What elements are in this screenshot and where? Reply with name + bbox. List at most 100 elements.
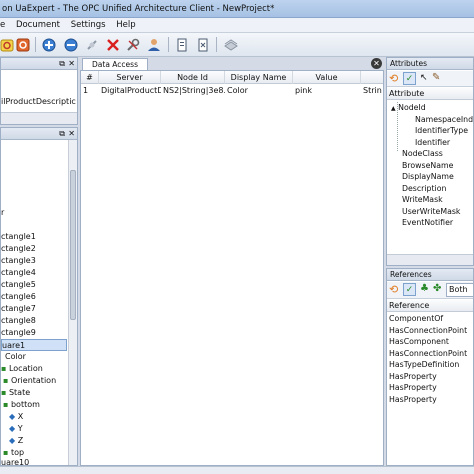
reference-row[interactable]: HasComponent xyxy=(389,336,449,348)
float-icon[interactable]: ⧉ xyxy=(59,58,65,70)
settings-icon[interactable] xyxy=(124,36,141,53)
tree-item-state[interactable]: ▪ State xyxy=(1,387,77,399)
tree-item[interactable]: ctangle6 xyxy=(1,291,77,303)
tree-item-label: X xyxy=(17,412,24,421)
column-header-display-name[interactable]: Display Name xyxy=(225,71,293,84)
document-close-icon[interactable] xyxy=(194,36,211,53)
tree-item[interactable]: r xyxy=(1,207,77,219)
attributes-hscroll[interactable] xyxy=(387,254,473,265)
tree-item[interactable]: ctangle8 xyxy=(1,315,77,327)
tree-item-orientation[interactable]: ▪ Orientation xyxy=(3,375,77,387)
column-header-node-id[interactable]: Node Id xyxy=(161,71,225,84)
tree-item[interactable]: ctangle3 xyxy=(1,255,77,267)
tree-item[interactable]: ctangle1 xyxy=(1,231,77,243)
pointer-icon[interactable]: ↖ xyxy=(420,73,428,83)
attribute-row[interactable]: NodeClass xyxy=(402,148,443,160)
tree-item-z[interactable]: ◆ Z xyxy=(9,435,77,447)
document-tabstrip: Data Access View ✕ xyxy=(80,57,384,80)
reference-row[interactable]: ComponentOf xyxy=(389,313,443,325)
menu-help[interactable]: Help xyxy=(112,18,139,33)
delete-icon[interactable] xyxy=(0,36,15,53)
edit-icon[interactable]: ✎ xyxy=(432,72,440,83)
column-header-value[interactable]: Value xyxy=(293,71,361,84)
refresh-icon[interactable]: ⟲ xyxy=(389,72,398,85)
object-icon: ▪ xyxy=(3,400,9,409)
menu-settings[interactable]: Settings xyxy=(67,18,110,33)
hierarchy-icon[interactable]: ♣ xyxy=(420,283,429,294)
tree-item[interactable]: ctangle2 xyxy=(1,243,77,255)
tree-item-selected[interactable]: uare1 xyxy=(1,339,67,351)
project-item[interactable]: ilProductDescriptic xyxy=(1,96,77,108)
check-icon[interactable]: ✓ xyxy=(403,283,416,296)
document-icon[interactable] xyxy=(173,36,190,53)
project-hscroll[interactable] xyxy=(1,112,77,124)
reference-row[interactable]: HasConnectionPoint xyxy=(389,348,467,360)
cell-display-name: Color xyxy=(227,86,248,95)
tree-icon[interactable]: ✤ xyxy=(433,283,441,294)
grid-header: # Server Node Id Display Name Value xyxy=(81,71,383,84)
tab-data-access-view[interactable]: Data Access View xyxy=(82,58,148,80)
add-icon[interactable] xyxy=(40,36,57,53)
attributes-column-header[interactable]: Attribute xyxy=(387,88,473,100)
tree-item[interactable]: uare10 xyxy=(1,457,77,465)
attribute-row[interactable]: UserWriteMask xyxy=(402,206,460,218)
column-header-extra[interactable] xyxy=(361,71,383,84)
attribute-row[interactable]: Identifier xyxy=(415,137,450,149)
disconnect-icon[interactable] xyxy=(104,36,121,53)
tree-item-bottom[interactable]: ▪ bottom xyxy=(3,399,77,411)
float-icon[interactable]: ⧉ xyxy=(59,128,65,140)
tree-item-label: Orientation xyxy=(10,376,57,385)
cell-value[interactable]: pink xyxy=(293,85,361,97)
attribute-row[interactable]: Description xyxy=(402,183,446,195)
object-icon: ▪ xyxy=(3,376,9,385)
attribute-row[interactable]: NamespaceIndex xyxy=(415,114,473,126)
tree-item-y[interactable]: ◆ Y xyxy=(9,423,77,435)
references-title: References xyxy=(390,270,432,279)
database-icon[interactable] xyxy=(222,36,239,53)
attribute-row[interactable]: EventNotifier xyxy=(402,217,453,229)
attribute-row[interactable]: WriteMask xyxy=(402,194,443,206)
collapse-icon[interactable]: ▲ xyxy=(391,105,396,112)
cell-server: DigitalProductD... xyxy=(101,86,161,95)
column-header-server[interactable]: Server xyxy=(99,71,161,84)
references-column-header[interactable]: Reference xyxy=(387,300,473,312)
attribute-row[interactable]: BrowseName xyxy=(402,160,453,172)
remove-icon[interactable] xyxy=(62,36,79,53)
reference-row[interactable]: HasTypeDefinition xyxy=(389,359,459,371)
close-icon[interactable]: ✕ xyxy=(68,128,75,140)
reference-row[interactable]: HasProperty xyxy=(389,371,437,383)
tree-item[interactable]: ctangle9 xyxy=(1,327,77,339)
column-header-num[interactable]: # xyxy=(81,71,99,84)
direction-select[interactable]: Both xyxy=(446,283,473,297)
address-space-panel: ⧉ ✕ r ctangle1 ctangle2 ctangle3 ctangle… xyxy=(0,127,78,466)
check-icon[interactable]: ✓ xyxy=(403,72,416,85)
menu-bar: e Document Settings Help xyxy=(0,18,474,33)
window-title-bar[interactable]: on UaExpert - The OPC Unified Architectu… xyxy=(0,0,474,18)
user-icon[interactable] xyxy=(145,36,162,53)
attributes-header: Attributes xyxy=(387,58,473,70)
refresh-icon[interactable]: ⟲ xyxy=(389,283,398,296)
tree-item-label: top xyxy=(10,448,25,457)
references-header: References xyxy=(387,269,473,281)
tree-item[interactable]: ctangle7 xyxy=(1,303,77,315)
reference-row[interactable]: HasConnectionPoint xyxy=(389,325,467,337)
reference-row[interactable]: HasProperty xyxy=(389,382,437,394)
project-panel: ⧉ ✕ ilProductDescriptic xyxy=(0,57,78,125)
close-document-icon[interactable]: ✕ xyxy=(371,58,382,69)
tree-item-x[interactable]: ◆ X xyxy=(9,411,77,423)
unknown-icon[interactable] xyxy=(14,36,31,53)
object-icon: ▪ xyxy=(1,388,7,397)
tree-item[interactable]: ctangle5 xyxy=(1,279,77,291)
attribute-row[interactable]: IdentifierType xyxy=(415,125,468,137)
attribute-row-nodeid[interactable]: ▲ NodeId xyxy=(391,102,426,114)
reference-row[interactable]: HasProperty xyxy=(389,394,437,406)
close-icon[interactable]: ✕ xyxy=(68,58,75,70)
menu-file[interactable]: e xyxy=(0,18,9,33)
attribute-row[interactable]: DisplayName xyxy=(402,171,454,183)
menu-document[interactable]: Document xyxy=(12,18,64,33)
tree-item-color[interactable]: Color xyxy=(5,351,77,363)
tree-item-label: bottom xyxy=(10,400,40,409)
tree-item-location[interactable]: ▪ Location xyxy=(1,363,77,375)
connect-icon[interactable] xyxy=(83,36,100,53)
tree-item[interactable]: ctangle4 xyxy=(1,267,77,279)
